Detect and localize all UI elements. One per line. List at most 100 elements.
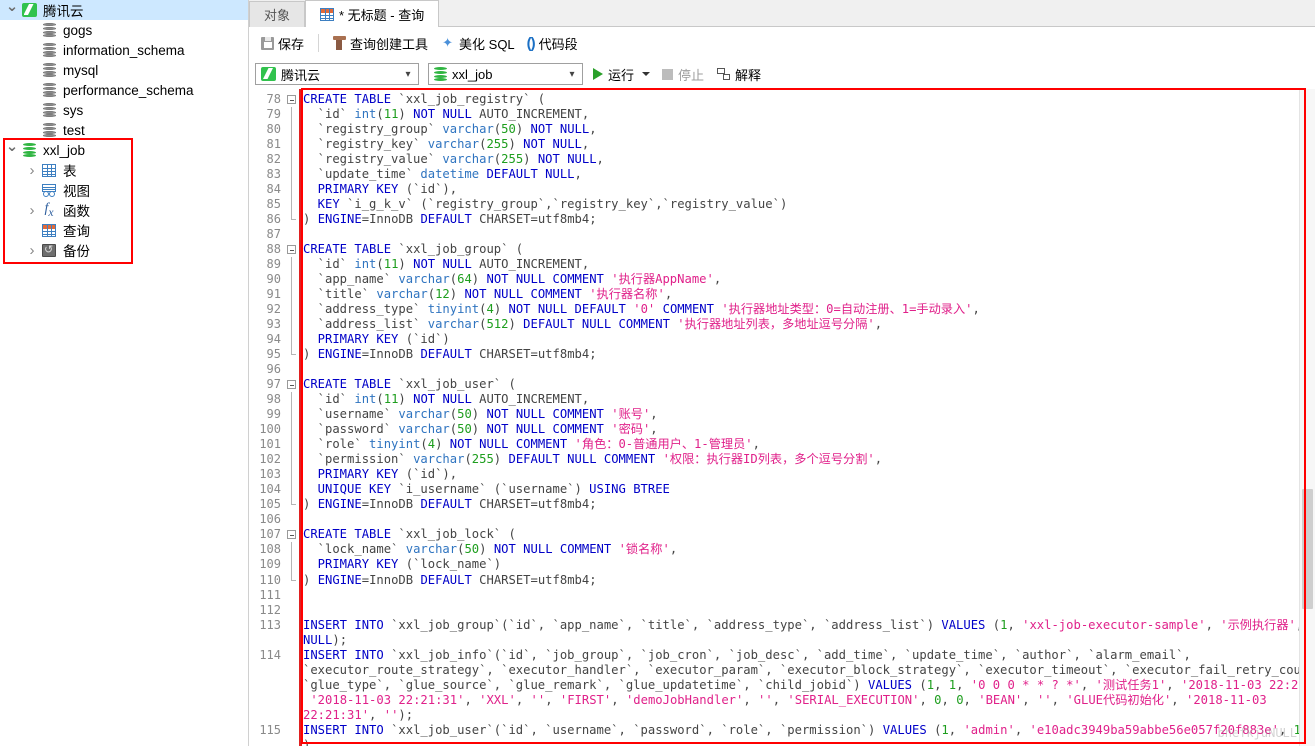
- line-number: 114: [259, 647, 281, 662]
- line-number: 91: [266, 287, 281, 302]
- tree-item-database-performance_schema[interactable]: performance_schema: [0, 80, 248, 100]
- tree-item-function[interactable]: fx 函数: [0, 200, 248, 220]
- sql-editor[interactable]: 78 79 80 81 82 83 84 85 86 87 88 89 90 91 92 93 94 95 96 97…: [249, 89, 1315, 746]
- snippet-button[interactable]: () 代码段: [521, 31, 584, 55]
- fold-marker: [285, 332, 299, 348]
- code-line: `role` tinyint(4) NOT NULL COMMENT '角色：0…: [303, 437, 760, 452]
- line-number: 113: [259, 617, 281, 632]
- line-number: 78: [266, 92, 281, 106]
- code-line: ) ENGINE=InnoDB DEFAULT CHARSET=utf8mb4;: [303, 212, 597, 227]
- explain-button[interactable]: 解释: [717, 65, 761, 84]
- run-button[interactable]: 运行: [593, 65, 651, 84]
- scrollbar-thumb[interactable]: [1302, 489, 1313, 609]
- fold-marker: [285, 407, 299, 423]
- fold-marker: [285, 648, 299, 663]
- code-line: `address_list` varchar(512) DEFAULT NULL…: [303, 317, 883, 332]
- fold-marker: [285, 422, 299, 438]
- database-icon: [42, 123, 56, 137]
- database-select[interactable]: xxl_job ▾: [428, 63, 583, 85]
- fold-marker: [285, 738, 299, 746]
- code-line: `permission` varchar(255) DEFAULT NULL C…: [303, 452, 883, 467]
- fold-marker: [285, 227, 299, 242]
- query-icon: [42, 223, 56, 237]
- sql-editor-area[interactable]: 78 79 80 81 82 83 84 85 86 87 88 89 90 91 92 93 94 95 96 97…: [249, 89, 1315, 746]
- fold-marker[interactable]: [285, 242, 299, 257]
- tree-item-database-mysql[interactable]: mysql: [0, 60, 248, 80]
- line-number: 97: [266, 377, 281, 392]
- database-icon: [434, 67, 447, 81]
- tree-item-database-xxl_job[interactable]: xxl_job: [0, 140, 248, 160]
- app-window: 腾讯云 gogs information_schemamysql performanc…: [0, 0, 1315, 746]
- fold-marker: [285, 152, 299, 168]
- tree-item-query[interactable]: 查询: [0, 220, 248, 240]
- fold-marker[interactable]: [285, 377, 299, 392]
- code-line: `registry_group` varchar(50) NOT NULL,: [303, 122, 597, 137]
- line-number: 102: [259, 452, 281, 467]
- toolbar-separator: [318, 34, 320, 52]
- chevron-down-icon[interactable]: [642, 72, 651, 76]
- tab-objects-label: 对象: [264, 8, 291, 23]
- tree-item-database-sys[interactable]: sys: [0, 100, 248, 120]
- code-line: `lock_name` varchar(50) NOT NULL COMMENT…: [303, 542, 678, 557]
- database-icon: [42, 43, 56, 57]
- fold-marker: [285, 122, 299, 138]
- query-builder-button[interactable]: 查询创建工具: [327, 31, 434, 55]
- connection-select[interactable]: 腾讯云 ▾: [255, 63, 419, 85]
- line-number: 92: [266, 302, 281, 317]
- hammer-icon: [333, 36, 347, 50]
- line-number: [249, 633, 285, 648]
- code-line: PRIMARY KEY (`id`),: [303, 467, 458, 482]
- chevron-right-icon[interactable]: [24, 242, 40, 258]
- explain-button-label: 解释: [735, 67, 762, 83]
- snippet-label: 代码段: [538, 36, 578, 52]
- chevron-down-icon[interactable]: [4, 2, 20, 18]
- chevron-down-icon: ▾: [405, 68, 411, 80]
- tree-item-label: gogs: [63, 22, 93, 38]
- chevron-down-icon[interactable]: [4, 142, 20, 158]
- save-button[interactable]: 保存: [255, 31, 310, 55]
- code-line: CREATE TABLE `xxl_job_user` (: [303, 377, 516, 392]
- fold-marker: [285, 272, 299, 288]
- fold-marker: [285, 557, 299, 573]
- fold-marker[interactable]: [285, 92, 299, 107]
- line-number: 79: [266, 107, 281, 122]
- tab-query[interactable]: * 无标题 - 查询: [305, 0, 440, 27]
- tree-item-database-information_schema[interactable]: information_schema: [0, 40, 248, 60]
- code-fold-column[interactable]: [285, 89, 299, 746]
- tab-objects[interactable]: 对象: [249, 1, 306, 27]
- tree-item-database-test[interactable]: test: [0, 120, 248, 140]
- vertical-scrollbar[interactable]: [1299, 89, 1315, 746]
- fold-marker: [285, 317, 299, 333]
- chevron-right-icon[interactable]: [24, 202, 40, 218]
- fold-marker: [285, 572, 299, 588]
- beautify-sql-button[interactable]: ✦ 美化 SQL: [434, 31, 521, 55]
- line-number: 94: [266, 332, 281, 347]
- fold-marker: [285, 137, 299, 153]
- tree-item-label: information_schema: [63, 42, 185, 58]
- stop-button-label: 停止: [678, 67, 705, 83]
- line-number: [249, 708, 285, 723]
- code-line: `password` varchar(50) NOT NULL COMMENT …: [303, 422, 658, 437]
- tree-item-backup[interactable]: 备份: [0, 240, 248, 260]
- fold-marker: [285, 708, 299, 723]
- fold-marker: [285, 588, 299, 603]
- tree-item-label: mysql: [63, 62, 99, 78]
- line-number: 98: [266, 392, 281, 407]
- line-number: 88: [266, 242, 281, 257]
- tab-query-label: * 无标题 - 查询: [339, 7, 425, 23]
- line-number: 108: [259, 542, 281, 557]
- sql-code-content[interactable]: CREATE TABLE `xxl_job_registry` ( `id` i…: [299, 89, 1315, 746]
- explain-icon: [717, 67, 731, 81]
- code-line: ) ENGINE=InnoDB DEFAULT CHARSET=utf8mb4;: [303, 497, 597, 512]
- tree-item-table[interactable]: 表: [0, 160, 248, 180]
- fold-marker[interactable]: [285, 527, 299, 542]
- code-line: `glue_type`, `glue_source`, `glue_remark…: [303, 677, 1315, 692]
- tree-item-root-connection[interactable]: 腾讯云: [0, 0, 248, 20]
- tree-item-database-gogs[interactable]: gogs: [0, 20, 248, 40]
- tree-item-view[interactable]: 视图: [0, 180, 248, 200]
- chevron-right-icon[interactable]: [24, 162, 40, 178]
- code-line: `address_type` tinyint(4) NOT NULL DEFAU…: [303, 302, 980, 317]
- code-line: `id` int(11) NOT NULL AUTO_INCREMENT,: [303, 392, 590, 407]
